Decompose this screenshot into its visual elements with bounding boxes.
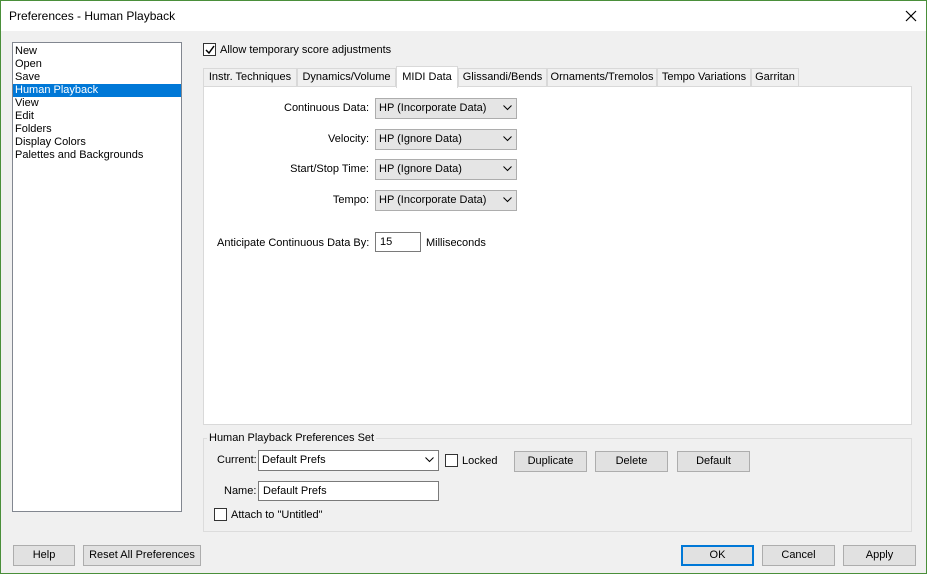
velocity-value: HP (Ignore Data) bbox=[379, 133, 462, 145]
tab-ornaments-tremolos[interactable]: Ornaments/Tremolos bbox=[547, 68, 657, 87]
category-item-human-playback[interactable]: Human Playback bbox=[13, 84, 181, 97]
category-item-folders[interactable]: Folders bbox=[13, 123, 181, 136]
velocity-label: Velocity: bbox=[328, 133, 369, 145]
milliseconds-label: Milliseconds bbox=[426, 237, 486, 249]
preferences-set-title: Human Playback Preferences Set bbox=[207, 432, 377, 444]
current-prefs-value: Default Prefs bbox=[262, 454, 326, 466]
tab-instr-techniques[interactable]: Instr. Techniques bbox=[203, 68, 297, 87]
window-title: Preferences - Human Playback bbox=[9, 9, 176, 23]
title-bar: Preferences - Human Playback bbox=[1, 1, 926, 31]
reset-all-preferences-button[interactable]: Reset All Preferences bbox=[83, 545, 201, 566]
category-item-open[interactable]: Open bbox=[13, 58, 181, 71]
locked-label: Locked bbox=[462, 454, 498, 467]
current-label: Current: bbox=[217, 454, 257, 466]
chevron-down-icon bbox=[503, 136, 512, 142]
tempo-dropdown[interactable]: HP (Incorporate Data) bbox=[375, 190, 517, 211]
chevron-down-icon bbox=[503, 105, 512, 111]
attach-label: Attach to "Untitled" bbox=[231, 508, 323, 521]
duplicate-button[interactable]: Duplicate bbox=[514, 451, 587, 472]
chevron-down-icon bbox=[425, 457, 434, 463]
category-item-edit[interactable]: Edit bbox=[13, 110, 181, 123]
allow-temp-adjustments-label: Allow temporary score adjustments bbox=[220, 43, 392, 56]
continuous-data-value: HP (Incorporate Data) bbox=[379, 102, 487, 114]
start-stop-time-dropdown[interactable]: HP (Ignore Data) bbox=[375, 159, 517, 180]
category-item-save[interactable]: Save bbox=[13, 71, 181, 84]
anticipate-ms-input[interactable]: 15 bbox=[375, 232, 421, 252]
help-button[interactable]: Help bbox=[13, 545, 75, 566]
category-item-palettes-backgrounds[interactable]: Palettes and Backgrounds bbox=[13, 149, 181, 162]
apply-button[interactable]: Apply bbox=[843, 545, 916, 566]
attach-checkbox[interactable] bbox=[214, 508, 227, 521]
category-item-display-colors[interactable]: Display Colors bbox=[13, 136, 181, 149]
current-prefs-dropdown[interactable]: Default Prefs bbox=[258, 450, 439, 471]
ok-button[interactable]: OK bbox=[681, 545, 754, 566]
close-button[interactable] bbox=[896, 1, 926, 31]
name-label: Name: bbox=[224, 485, 257, 497]
tab-dynamics-volume[interactable]: Dynamics/Volume bbox=[297, 68, 396, 87]
attach-row[interactable]: Attach to "Untitled" bbox=[214, 508, 323, 521]
tempo-value: HP (Incorporate Data) bbox=[379, 194, 487, 206]
close-icon bbox=[905, 10, 917, 22]
continuous-data-label: Continuous Data: bbox=[284, 102, 369, 114]
tab-garritan[interactable]: Garritan bbox=[751, 68, 799, 87]
checkmark-icon bbox=[205, 45, 215, 55]
chevron-down-icon bbox=[503, 166, 512, 172]
tab-tempo-variations[interactable]: Tempo Variations bbox=[657, 68, 751, 87]
cancel-button[interactable]: Cancel bbox=[762, 545, 835, 566]
midi-data-panel: Continuous Data: HP (Incorporate Data) V… bbox=[203, 86, 912, 425]
velocity-dropdown[interactable]: HP (Ignore Data) bbox=[375, 129, 517, 150]
default-button[interactable]: Default bbox=[677, 451, 750, 472]
continuous-data-dropdown[interactable]: HP (Incorporate Data) bbox=[375, 98, 517, 119]
tab-glissandi-bends[interactable]: Glissandi/Bends bbox=[458, 68, 547, 87]
allow-temp-adjustments-row[interactable]: Allow temporary score adjustments bbox=[203, 43, 391, 56]
category-item-view[interactable]: View bbox=[13, 97, 181, 110]
allow-temp-adjustments-checkbox[interactable] bbox=[203, 43, 216, 56]
tempo-label: Tempo: bbox=[332, 194, 369, 206]
delete-button[interactable]: Delete bbox=[595, 451, 668, 472]
start-stop-time-label: Start/Stop Time: bbox=[290, 163, 369, 175]
locked-checkbox[interactable] bbox=[445, 454, 458, 467]
category-list[interactable]: New Open Save Human Playback View Edit F… bbox=[12, 42, 182, 512]
category-item-new[interactable]: New bbox=[13, 45, 181, 58]
chevron-down-icon bbox=[503, 197, 512, 203]
tab-midi-data[interactable]: MIDI Data bbox=[396, 66, 458, 88]
name-input[interactable]: Default Prefs bbox=[258, 481, 439, 501]
anticipate-label: Anticipate Continuous Data By: bbox=[217, 237, 370, 249]
preferences-dialog: Preferences - Human Playback New Open Sa… bbox=[0, 0, 927, 574]
start-stop-time-value: HP (Ignore Data) bbox=[379, 163, 462, 175]
locked-row[interactable]: Locked bbox=[445, 454, 497, 467]
